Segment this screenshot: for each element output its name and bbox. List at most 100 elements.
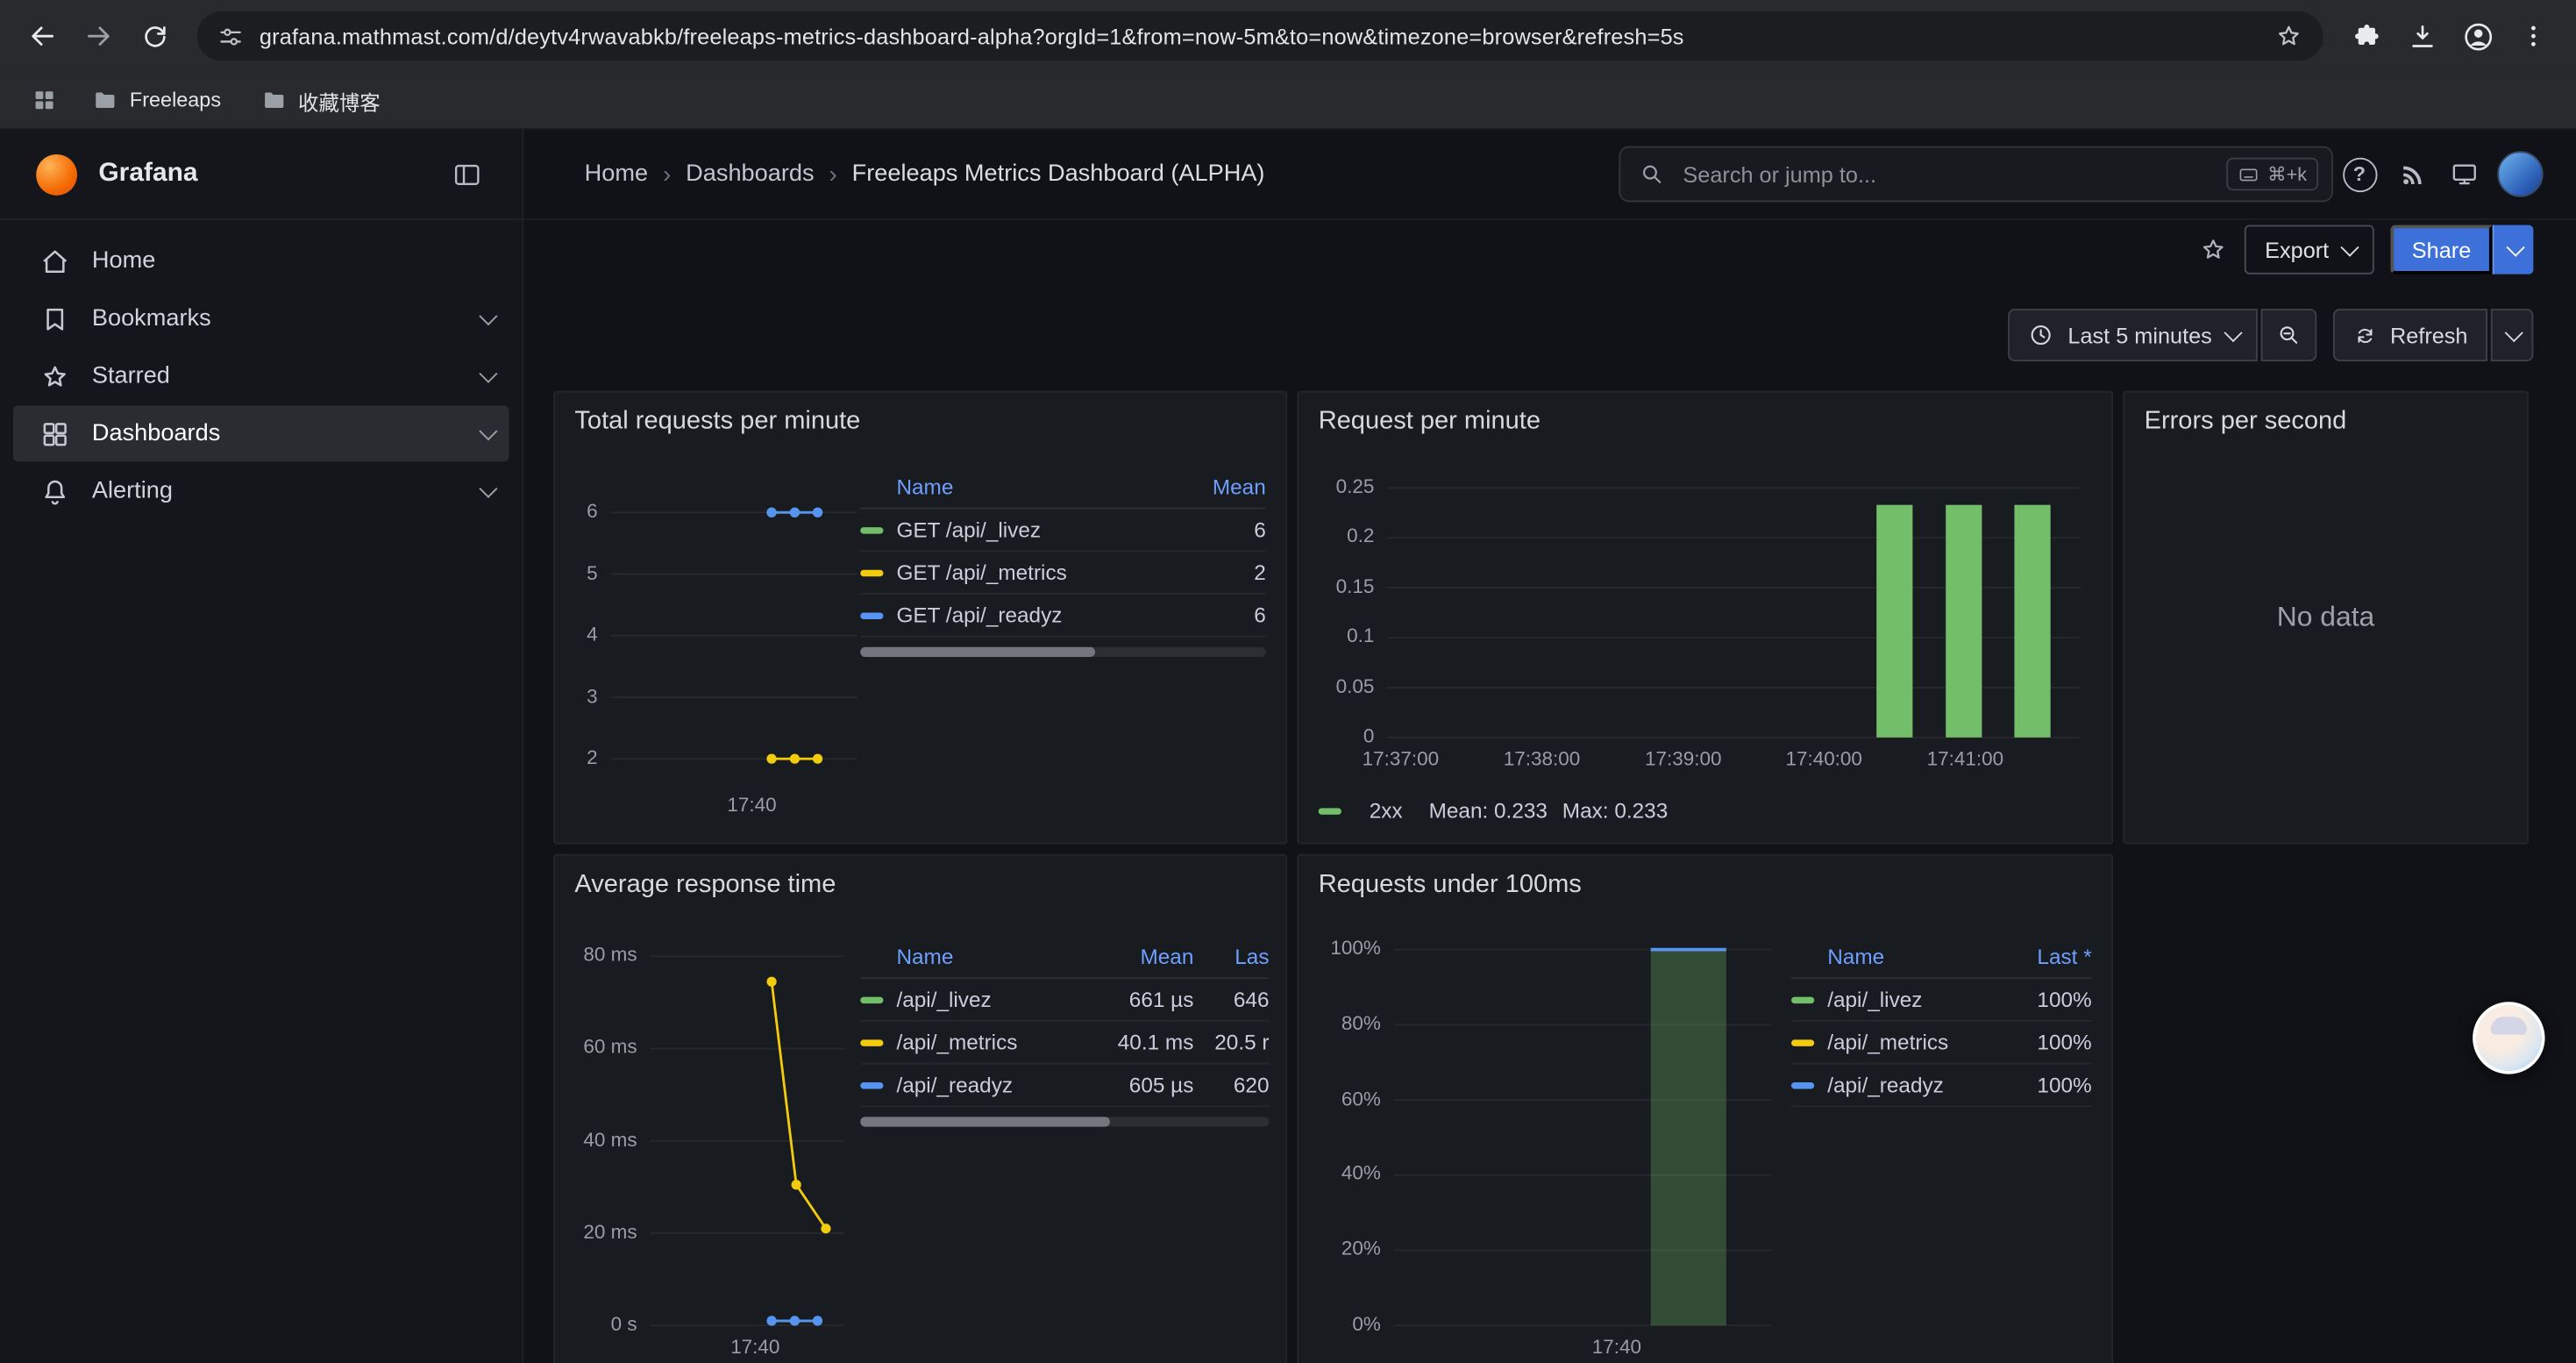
home-icon	[39, 246, 71, 277]
series-last-value: 100%	[1993, 1073, 2091, 1097]
plot-area[interactable]	[1394, 935, 1772, 1326]
sidebar-item-alerting[interactable]: Alerting	[13, 463, 509, 519]
export-button[interactable]: Export	[2245, 225, 2374, 275]
share-button[interactable]: Share	[2390, 225, 2492, 275]
chevron-down-icon[interactable]	[479, 365, 497, 383]
y-tick-label: 0%	[1352, 1312, 1380, 1337]
panel-title[interactable]: Total requests per minute	[574, 407, 860, 437]
sidebar-item-home[interactable]: Home	[13, 233, 509, 289]
legend-header-last[interactable]: Las	[1193, 944, 1269, 968]
zoom-out-icon	[2275, 322, 2302, 348]
legend-header-name[interactable]: Name	[860, 944, 1088, 968]
chevron-down-icon[interactable]	[479, 422, 497, 440]
y-tick-label: 80%	[1341, 1011, 1381, 1036]
scrollbar-thumb[interactable]	[860, 647, 1095, 657]
chevron-down-icon[interactable]	[479, 480, 497, 498]
plot-area[interactable]	[1387, 478, 2080, 738]
time-series-chart: 65432 17:40	[572, 468, 900, 823]
series-name[interactable]: /api/_metrics	[1827, 1030, 1993, 1054]
panel-title[interactable]: Errors per second	[2145, 407, 2347, 437]
sidebar-item-starred[interactable]: Starred	[13, 348, 509, 404]
breadcrumb-separator: ›	[663, 161, 671, 189]
share-menu-button[interactable]	[2493, 225, 2534, 275]
legend-header-mean[interactable]: Mean	[1089, 944, 1194, 968]
series-name[interactable]: /api/_livez	[896, 987, 1088, 1011]
bookmark-folder-freeleaps[interactable]: Freeleaps	[79, 82, 234, 118]
dock-menu-icon[interactable]	[440, 148, 493, 201]
apps-grid-icon[interactable]	[23, 79, 66, 122]
data-point	[790, 1316, 800, 1325]
refresh-interval-button[interactable]	[2491, 309, 2534, 361]
horizontal-scrollbar[interactable]	[860, 1117, 1269, 1126]
horizontal-scrollbar[interactable]	[860, 647, 1266, 657]
reload-icon[interactable]	[128, 10, 181, 62]
y-tick-label: 20 ms	[583, 1220, 637, 1245]
chart-svg	[611, 488, 857, 783]
plot-area[interactable]	[651, 938, 844, 1325]
y-tick-label: 80 ms	[583, 943, 637, 967]
bookmarks-bar: Freeleaps 收藏博客	[0, 72, 2576, 130]
url-bar[interactable]: grafana.mathmast.com/d/deytv4rwavabkb/fr…	[197, 11, 2323, 61]
breadcrumb-home[interactable]: Home	[585, 161, 648, 188]
panel-title[interactable]: Requests under 100ms	[1319, 870, 1582, 900]
series-color-dash	[1791, 1081, 1814, 1088]
url-text[interactable]: grafana.mathmast.com/d/deytv4rwavabkb/fr…	[260, 24, 2259, 48]
search-field[interactable]	[1680, 161, 2214, 189]
bookmark-star-icon[interactable]	[2274, 21, 2304, 51]
user-avatar[interactable]	[2497, 151, 2543, 196]
plot-area[interactable]	[611, 488, 857, 783]
data-point	[790, 508, 800, 517]
profile-icon[interactable]	[2451, 10, 2504, 62]
sidebar-item-bookmarks[interactable]: Bookmarks	[13, 290, 509, 346]
series-name[interactable]: 2xx	[1370, 798, 1403, 823]
share-split-button: Share	[2390, 225, 2533, 275]
y-tick-label: 60 ms	[583, 1036, 637, 1060]
forward-icon[interactable]	[72, 10, 125, 62]
series-name[interactable]: /api/_livez	[1827, 987, 1993, 1011]
breadcrumb-dashboards[interactable]: Dashboards	[686, 161, 814, 188]
panel-title[interactable]: Request per minute	[1319, 407, 1541, 437]
series-name[interactable]: GET /api/_livez	[896, 517, 1167, 542]
series-name[interactable]: /api/_readyz	[1827, 1073, 1993, 1097]
x-tick-label: 17:40	[730, 1335, 779, 1358]
refresh-button[interactable]: Refresh	[2332, 309, 2487, 361]
y-tick-label: 100%	[1330, 937, 1380, 961]
browser-menu-icon[interactable]	[2507, 10, 2559, 62]
kiosk-monitor-icon[interactable]	[2438, 148, 2491, 201]
legend-header-name[interactable]: Name	[860, 474, 1167, 498]
series-name[interactable]: /api/_readyz	[896, 1073, 1088, 1097]
panel-title[interactable]: Average response time	[574, 870, 836, 900]
data-point	[792, 1180, 801, 1189]
search-input[interactable]: ⌘+k	[1619, 146, 2333, 203]
time-range-picker[interactable]: Last 5 minutes	[2009, 309, 2257, 361]
extensions-icon[interactable]	[2339, 10, 2392, 62]
download-icon[interactable]	[2395, 10, 2448, 62]
legend-header-last[interactable]: Last *	[1993, 944, 2091, 968]
bell-icon	[39, 475, 71, 507]
assistant-avatar[interactable]	[2473, 1002, 2544, 1074]
chevron-down-icon	[2508, 239, 2525, 256]
grafana-logo-icon[interactable]	[36, 153, 77, 195]
bookmark-label: 收藏博客	[298, 84, 381, 116]
news-rss-icon[interactable]	[2386, 148, 2438, 201]
chevron-down-icon[interactable]	[479, 307, 497, 325]
time-controls: Last 5 minutes Refresh	[523, 305, 2576, 364]
data-point	[813, 1316, 822, 1325]
help-icon[interactable]: ?	[2333, 148, 2386, 201]
y-tick-label: 3	[587, 684, 598, 709]
series-name[interactable]: /api/_metrics	[896, 1030, 1088, 1054]
favorite-star-icon[interactable]	[2199, 235, 2229, 265]
sidebar-item-dashboards[interactable]: Dashboards	[13, 406, 509, 462]
legend-header-mean[interactable]: Mean	[1167, 474, 1265, 498]
legend-header-name[interactable]: Name	[1791, 944, 1993, 968]
scrollbar-thumb[interactable]	[860, 1117, 1109, 1126]
series-name[interactable]: GET /api/_readyz	[896, 603, 1167, 627]
zoom-out-button[interactable]	[2260, 309, 2316, 361]
series-name[interactable]: GET /api/_metrics	[896, 560, 1167, 585]
legend-row: /api/_livez 100%	[1791, 979, 2092, 1022]
bookmark-folder-blogs[interactable]: 收藏博客	[247, 80, 394, 121]
series-last-value: 646	[1193, 987, 1269, 1011]
data-point	[813, 754, 822, 764]
back-icon[interactable]	[17, 10, 69, 62]
site-settings-icon[interactable]	[217, 22, 245, 50]
